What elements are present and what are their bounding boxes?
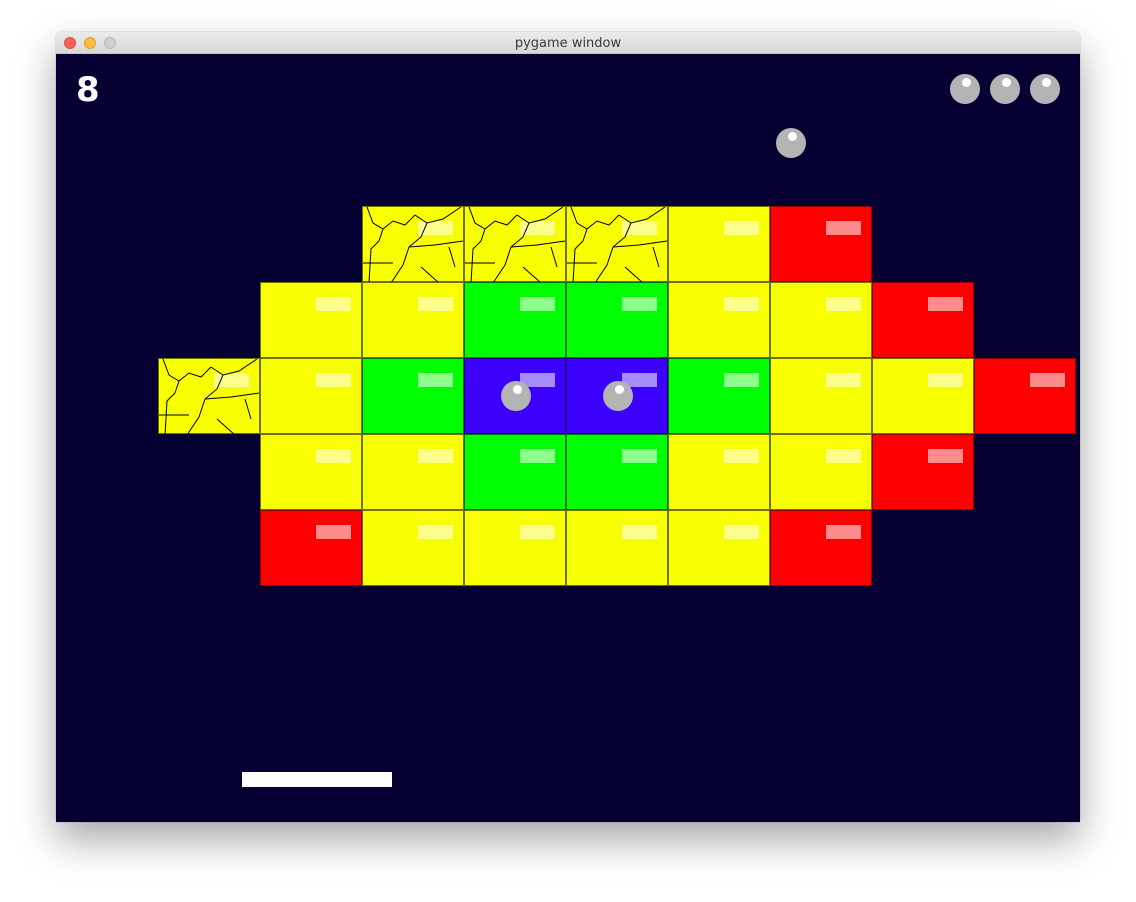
window-title: pygame window [514, 36, 622, 51]
yellow-brick [668, 510, 770, 586]
game-canvas[interactable]: 8 [56, 54, 1080, 822]
red-brick [872, 434, 974, 510]
yellow-brick [668, 282, 770, 358]
brick-shine [928, 297, 963, 311]
blue-brick [566, 358, 668, 434]
green-brick [668, 358, 770, 434]
brick-shine [418, 373, 453, 387]
trapped-ball [603, 381, 633, 411]
brick-shine [622, 525, 657, 539]
brick-shine [826, 297, 861, 311]
yellow-brick [668, 434, 770, 510]
life-ball-icon [950, 74, 980, 104]
green-brick [566, 434, 668, 510]
brick-shine [520, 449, 555, 463]
brick-shine [316, 297, 351, 311]
brick-shine [724, 297, 759, 311]
brick-shine [622, 297, 657, 311]
cracked-yellow-brick [566, 206, 668, 283]
brick-shine [520, 525, 555, 539]
brick-shine [826, 525, 861, 539]
brick-shine [826, 449, 861, 463]
yellow-brick [260, 282, 362, 358]
yellow-brick [770, 434, 872, 510]
game-window: pygame window 8 [56, 32, 1080, 822]
score-counter: 8 [76, 70, 100, 110]
brick-shine [418, 297, 453, 311]
yellow-brick [770, 282, 872, 358]
brick-shine [724, 221, 759, 235]
green-brick [464, 282, 566, 358]
trapped-ball [501, 381, 531, 411]
red-brick [260, 510, 362, 586]
blue-brick [464, 358, 566, 434]
moving-ball [776, 128, 806, 158]
cracked-yellow-brick [464, 206, 566, 283]
red-brick [770, 510, 872, 586]
cracked-yellow-brick [158, 358, 260, 435]
brick-shine [724, 449, 759, 463]
brick-shine [826, 373, 861, 387]
brick-shine [418, 449, 453, 463]
yellow-brick [872, 358, 974, 434]
life-ball-icon [990, 74, 1020, 104]
brick-shine [928, 449, 963, 463]
cracked-yellow-brick [362, 206, 464, 283]
yellow-brick [770, 358, 872, 434]
green-brick [362, 358, 464, 434]
brick-shine [1030, 373, 1065, 387]
yellow-brick [362, 510, 464, 586]
yellow-brick [464, 510, 566, 586]
red-brick [974, 358, 1076, 434]
brick-shine [622, 449, 657, 463]
life-ball-icon [1030, 74, 1060, 104]
brick-shine [418, 525, 453, 539]
brick-shine [724, 525, 759, 539]
brick-shine [316, 449, 351, 463]
yellow-brick [362, 282, 464, 358]
paddle[interactable] [242, 772, 392, 787]
brick-shine [316, 525, 351, 539]
brick-shine [520, 297, 555, 311]
red-brick [770, 206, 872, 282]
brick-shine [826, 221, 861, 235]
red-brick [872, 282, 974, 358]
yellow-brick [260, 434, 362, 510]
yellow-brick [668, 206, 770, 282]
brick-shine [928, 373, 963, 387]
yellow-brick [566, 510, 668, 586]
title-bar[interactable]: pygame window [56, 32, 1080, 54]
yellow-brick [260, 358, 362, 434]
brick-shine [316, 373, 351, 387]
green-brick [566, 282, 668, 358]
yellow-brick [362, 434, 464, 510]
brick-shine [724, 373, 759, 387]
green-brick [464, 434, 566, 510]
